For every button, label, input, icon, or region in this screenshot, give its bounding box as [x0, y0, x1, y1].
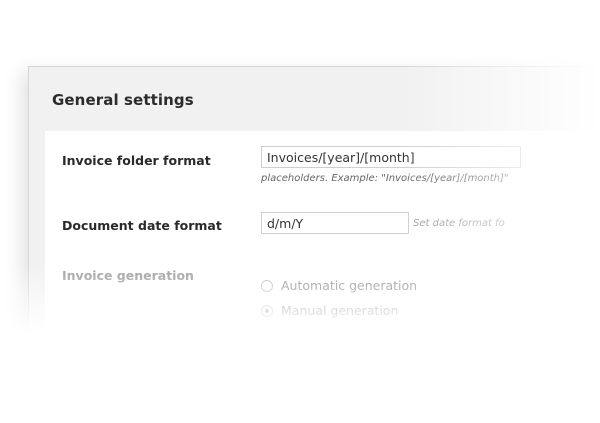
radio-automatic-generation[interactable]: Automatic generation [261, 278, 417, 293]
settings-form: Invoice folder format placeholders. Exam… [45, 131, 600, 391]
invoice-folder-format-hint: placeholders. Example: "Invoices/[year]/… [261, 173, 509, 184]
radio-button-icon[interactable] [261, 304, 273, 317]
radio-button-icon[interactable] [261, 279, 273, 292]
invoice-generation-label: Invoice generation [62, 268, 194, 283]
radio-label: Manual generation [281, 303, 399, 318]
screenshot-stage: General settings Invoice folder format p… [0, 0, 600, 423]
radio-label: Automatic generation [281, 278, 418, 293]
general-settings-panel: General settings Invoice folder format p… [28, 66, 600, 391]
invoice-folder-format-input[interactable] [261, 146, 521, 168]
document-date-format-hint: Set date format fo [413, 218, 505, 229]
invoice-folder-format-label: Invoice folder format [62, 153, 211, 168]
panel-title: General settings [52, 91, 194, 109]
radio-manual-generation[interactable]: Manual generation [261, 303, 398, 318]
document-date-format-label: Document date format [62, 218, 222, 233]
document-date-format-input[interactable] [261, 212, 409, 234]
